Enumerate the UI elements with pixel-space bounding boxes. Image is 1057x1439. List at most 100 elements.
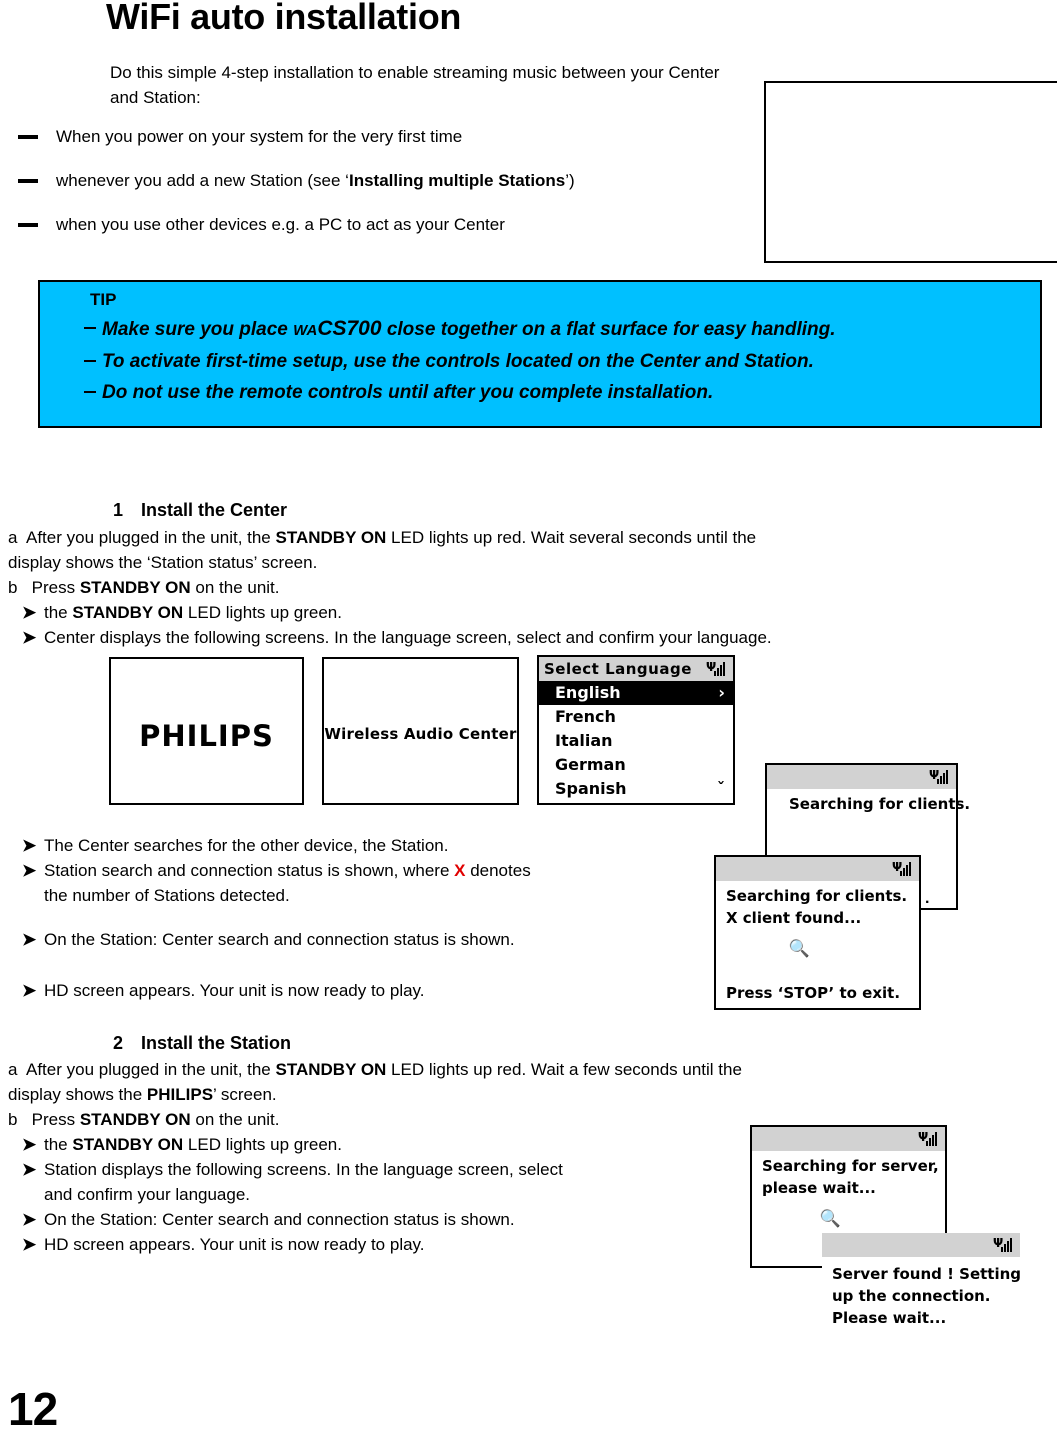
signal-bars-icon: Ψ xyxy=(929,769,951,785)
step-1-title: Install the Center xyxy=(141,500,288,520)
searching-clients-found-line-1: Searching for clients. xyxy=(726,887,908,905)
searching-clients-found-footer: Press ‘STOP’ to exit. xyxy=(726,984,901,1002)
dash-bullet-icon xyxy=(18,223,38,227)
chevron-down-icon: ˇ xyxy=(717,779,725,798)
tip-line-text: Make sure you place xyxy=(102,319,294,340)
arrow-icon: ➤ xyxy=(22,1210,37,1229)
step-1-result-6-wrap: ➤ HD screen appears. Your unit is now re… xyxy=(8,978,708,1003)
searching-server-body: Searching for server, please wait... 🔍 xyxy=(752,1151,945,1229)
intro-paragraph: Do this simple 4-step installation to en… xyxy=(110,63,720,107)
list-item-text: whenever you add a new Station (see ‘ xyxy=(56,171,349,190)
searching-clients-found-titlebar: Ψ xyxy=(716,857,919,881)
step-1-b-text-post: on the unit. xyxy=(190,578,280,597)
step-1-b-text-pre: Press xyxy=(31,578,80,597)
server-found-line-1: Server found ! Setting xyxy=(832,1265,1022,1283)
step-2-a-line1: a After you plugged in the unit, the STA… xyxy=(8,1057,1018,1082)
step-1-number: 1 xyxy=(113,500,124,520)
step-2-a-line2-pre: display shows the xyxy=(8,1085,147,1104)
arrow-icon: ➤ xyxy=(22,1135,37,1154)
language-option-english[interactable]: English › xyxy=(539,681,733,705)
list-item-text: when you use other devices e.g. a PC to … xyxy=(56,215,505,234)
step-2-b-text-pre: Press xyxy=(31,1110,80,1129)
signal-bars-icon: Ψ xyxy=(892,861,914,877)
searching-server-titlebar: Ψ xyxy=(752,1127,945,1151)
searching-server-line-2: please wait... xyxy=(762,1179,876,1197)
x-placeholder-marker: X xyxy=(454,861,466,880)
step-1-result-4-post: denotes xyxy=(465,861,531,880)
step-1-result-6: ➤ HD screen appears. Your unit is now re… xyxy=(8,978,708,1003)
language-label: Italian xyxy=(555,731,613,750)
searching-clients-found-body: Searching for clients. X client found...… xyxy=(716,881,919,959)
stray-period-mark: . xyxy=(925,890,930,907)
step-1-result-4-pre: Station search and connection status is … xyxy=(44,861,455,880)
step-1-a-line2: display shows the ‘Station status’ scree… xyxy=(8,553,318,572)
arrow-icon: ➤ xyxy=(22,1160,37,1179)
screen-wireless-audio-center: Wireless Audio Center xyxy=(322,657,519,805)
arrow-icon: ➤ xyxy=(22,836,37,855)
step-2-a-text-pre: After you plugged in the unit, the xyxy=(25,1060,276,1079)
step-1-result-3-text: The Center searches for the other device… xyxy=(44,836,449,855)
screen-philips-splash: PHILIPS xyxy=(109,657,304,805)
server-found-body: Server found ! Setting up the connection… xyxy=(822,1257,1022,1329)
language-option-german[interactable]: German xyxy=(539,753,733,777)
arrow-icon: ➤ xyxy=(22,1235,37,1254)
step-1-result-1-bold: STANDBY ON xyxy=(72,603,184,622)
signal-bars-icon: Ψ xyxy=(993,1237,1015,1253)
arrow-icon: ➤ xyxy=(22,981,37,1000)
step-2-heading: 2 Install the Station xyxy=(113,1033,291,1054)
step-2-result-1-pre: the xyxy=(44,1135,73,1154)
tip-heading: TIP xyxy=(90,290,117,309)
step-1-b-label: b xyxy=(8,578,18,597)
step-1-result-2-text: Center displays the following screens. I… xyxy=(44,628,772,647)
step-1-b-line: b Press STANDBY ON on the unit. xyxy=(8,575,1018,600)
step-2-a-line2-bold: PHILIPS xyxy=(146,1085,214,1104)
step-1-a-text-pre: After you plugged in the unit, the xyxy=(25,528,276,547)
server-found-line-3: Please wait... xyxy=(832,1309,947,1327)
step-2-a-line2: display shows the PHILIPS’ screen. xyxy=(8,1082,1018,1107)
arrow-icon: ➤ xyxy=(22,628,37,647)
step-2-b-bold: STANDBY ON xyxy=(79,1110,191,1129)
language-option-french[interactable]: French xyxy=(539,705,733,729)
step-2-result-3-text: On the Station: Center search and connec… xyxy=(44,1210,515,1229)
step-2-result-1-post: LED lights up green. xyxy=(183,1135,342,1154)
philips-logo-text: PHILIPS xyxy=(139,719,274,753)
searching-clients-found-line-2: X client found... xyxy=(726,909,862,927)
list-item-text: When you power on your system for the ve… xyxy=(56,127,463,146)
usage-scenarios-list: When you power on your system for the ve… xyxy=(18,126,748,258)
step-2-b-label: b xyxy=(8,1110,18,1129)
step-1-a-line1: a After you plugged in the unit, the STA… xyxy=(8,525,1018,550)
dash-bullet-icon xyxy=(84,360,96,362)
step-1-result-2: ➤ Center displays the following screens.… xyxy=(8,625,1018,650)
language-option-italian[interactable]: Italian xyxy=(539,729,733,753)
arrow-icon: ➤ xyxy=(22,930,37,949)
language-label: German xyxy=(555,755,626,774)
page-number: 12 xyxy=(8,1383,58,1435)
step-2-b-text-post: on the unit. xyxy=(190,1110,280,1129)
tip-line-cs: CS700 xyxy=(317,317,382,340)
dash-bullet-icon xyxy=(18,179,38,183)
step-1-result-5: ➤ On the Station: Center search and conn… xyxy=(8,927,708,952)
step-1-result-4-line2: the number of Stations detected. xyxy=(44,886,290,905)
server-found-line-2: up the connection. xyxy=(832,1287,991,1305)
step-2-a-text-post: LED lights up red. Wait a few seconds un… xyxy=(386,1060,742,1079)
page-title: WiFi auto installation xyxy=(106,0,462,37)
list-item: When you power on your system for the ve… xyxy=(18,126,748,148)
step-1-heading: 1 Install the Center xyxy=(113,500,287,521)
chevron-right-icon: › xyxy=(718,683,725,702)
screen-select-language: Select Language Ψ English › French Itali… xyxy=(537,655,735,805)
list-item-emphasis: Installing multiple Stations xyxy=(348,171,566,190)
tip-line-text-suffix: close together on a flat surface for eas… xyxy=(381,319,836,340)
screen-server-found: Ψ Server found ! Setting up the connecti… xyxy=(822,1233,1022,1348)
magnifier-icon: 🔍 xyxy=(819,1209,842,1229)
language-label: French xyxy=(555,707,616,726)
tip-line-text: Do not use the remote controls until aft… xyxy=(102,382,714,403)
step-1-a-text-post: LED lights up red. Wait several seconds … xyxy=(386,528,757,547)
searching-clients-line-1: Searching for clients. xyxy=(789,795,971,813)
tip-line-text: To activate first-time setup, use the co… xyxy=(102,351,814,372)
server-found-titlebar: Ψ xyxy=(822,1233,1020,1257)
tip-lines: Make sure you place WACS700 close togeth… xyxy=(62,315,1042,410)
language-list[interactable]: English › French Italian German Spanish … xyxy=(539,681,733,801)
tip-line-wa: WA xyxy=(293,322,318,339)
step-1-a-label: a xyxy=(8,528,18,547)
language-option-spanish[interactable]: Spanish ˇ xyxy=(539,777,733,801)
